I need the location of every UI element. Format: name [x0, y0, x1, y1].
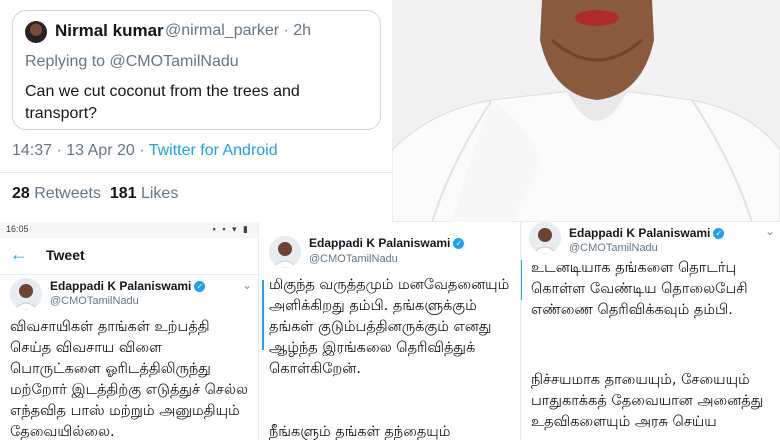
tweet-text: மிகுந்த வருத்தமும் மனவேதனையும் அளிக்கிறத…: [269, 277, 510, 377]
tweet-panel-1: 16:05 ▪ ▪ ▾ ▮ ← Tweet Edappadi K Palanis…: [0, 222, 258, 440]
status-icons: ▪ ▪ ▾ ▮: [212, 224, 250, 234]
replying-to: Replying to @CMOTamilNadu: [25, 53, 239, 70]
tweet-panel-2: Edappadi K Palaniswami ✓ @CMOTamilNadu மி…: [258, 222, 521, 440]
back-arrow-icon[interactable]: ←: [10, 244, 28, 265]
tweet-panel-3: Edappadi K Palaniswami ✓ @CMOTamilNadu ⌄ …: [520, 222, 780, 440]
author-name[interactable]: Edappadi K Palaniswami ✓: [50, 279, 206, 293]
tweet-stats: 28 Retweets 181 Likes: [12, 185, 178, 203]
retweets-label[interactable]: Retweets: [30, 185, 110, 202]
tweet-meta: 14:37 · 13 Apr 20 · Twitter for Android: [12, 142, 278, 160]
author-name[interactable]: Edappadi K Palaniswami ✓: [569, 226, 725, 240]
avatar[interactable]: [269, 236, 301, 268]
author-name[interactable]: Edappadi K Palaniswami ✓: [309, 236, 465, 250]
tweet-text-continued: நிச்சயமாக தாயையும், சேயையும் பாதுகாக்கத்…: [531, 372, 764, 430]
verified-badge-icon: ✓: [194, 281, 206, 292]
source-link[interactable]: Twitter for Android: [149, 142, 278, 159]
author-handle: @CMOTamilNadu: [50, 295, 139, 307]
status-bar: 16:05 ▪ ▪ ▾ ▮: [0, 222, 258, 238]
verified-badge-icon: ✓: [713, 228, 725, 239]
timestamp: 14:37 · 13 Apr 20 ·: [12, 142, 149, 159]
verified-badge-icon: ✓: [453, 238, 465, 249]
tweet-text-continued: நீங்களும் தங்கள் தந்தையும்: [269, 424, 451, 440]
reply-tweet-screenshot: Nirmal kumar @nirmal_parker · 2h Replyin…: [0, 0, 392, 222]
author-handle: @CMOTamilNadu: [309, 253, 398, 265]
likes-label[interactable]: Likes: [137, 185, 178, 202]
avatar[interactable]: [10, 278, 42, 310]
tweet-header-bar: ← Tweet: [0, 238, 258, 275]
person-photo-image: [392, 0, 780, 222]
author-name[interactable]: Nirmal kumar: [55, 21, 164, 41]
chevron-down-icon[interactable]: ⌄: [765, 224, 775, 238]
thread-line: [262, 280, 264, 350]
avatar[interactable]: [25, 21, 47, 43]
tweet-text: உடனடியாக தங்களை தொடர்பு கொள்ள வேண்டிய தொ…: [531, 260, 748, 318]
status-time: 16:05: [6, 224, 29, 234]
chevron-down-icon[interactable]: ⌄: [242, 278, 252, 292]
thread-line: [521, 260, 522, 300]
avatar[interactable]: [529, 222, 561, 254]
author-handle-time: @nirmal_parker · 2h: [165, 22, 312, 39]
author-handle: @CMOTamilNadu: [569, 242, 658, 254]
likes-count[interactable]: 181: [110, 185, 137, 202]
divider: [0, 172, 392, 173]
header-title: Tweet: [46, 247, 85, 263]
retweets-count[interactable]: 28: [12, 185, 30, 202]
portrait-photo: [392, 0, 780, 222]
tweet-text: Can we cut coconut from the trees and tr…: [25, 83, 300, 122]
quoted-reply-card[interactable]: Nirmal kumar @nirmal_parker · 2h Replyin…: [12, 10, 381, 130]
tweet-text: விவசாயிகள் தாங்கள் உற்பத்தி செய்த விவசாய…: [10, 319, 249, 440]
